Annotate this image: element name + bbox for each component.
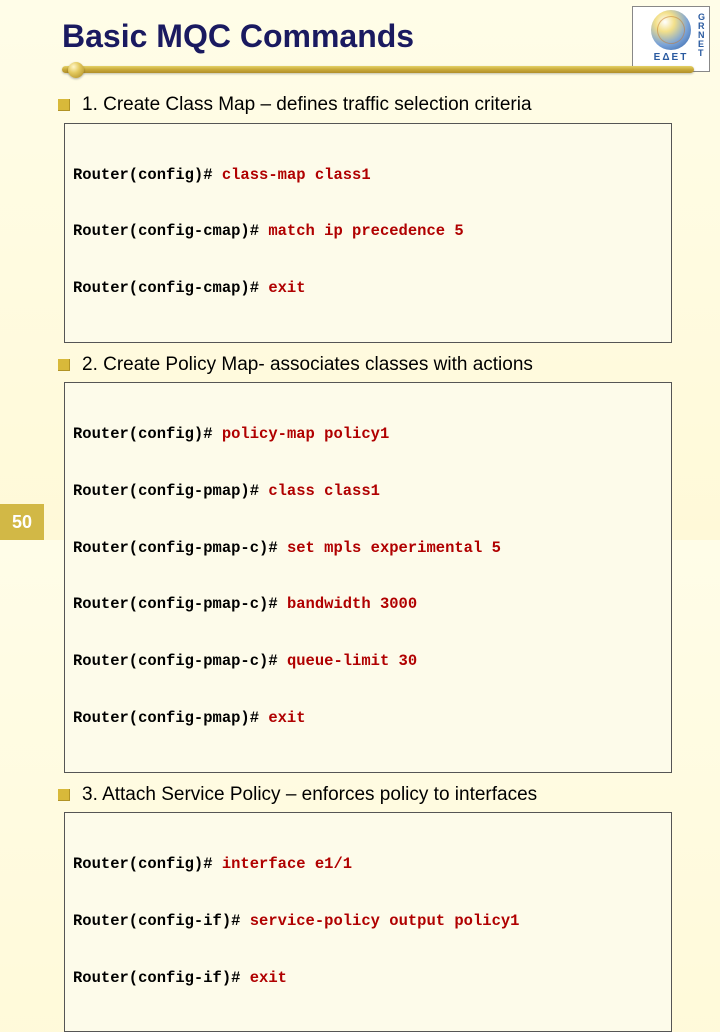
code-line: Router(config-pmap-c)# queue-limit 30 bbox=[73, 652, 663, 671]
code-command: interface e1/1 bbox=[213, 855, 353, 873]
bullet-text: 1. Create Class Map – defines traffic se… bbox=[82, 93, 532, 117]
code-prompt: Router(config)# bbox=[73, 425, 213, 443]
code-line: Router(config-if)# service-policy output… bbox=[73, 912, 663, 931]
code-prompt: Router(config-pmap-c)# bbox=[73, 595, 278, 613]
code-block: Router(config)# policy-map policy1 Route… bbox=[64, 382, 672, 772]
bullet-item: 2. Create Policy Map- associates classes… bbox=[58, 353, 678, 377]
code-block: Router(config)# interface e1/1 Router(co… bbox=[64, 812, 672, 1032]
code-prompt: Router(config-pmap-c)# bbox=[73, 539, 278, 557]
slide-title: Basic MQC Commands bbox=[62, 18, 684, 55]
logo-acronym-vertical: G R N E T bbox=[698, 13, 705, 58]
bullet-icon bbox=[58, 789, 70, 801]
code-command: class-map class1 bbox=[213, 166, 371, 184]
code-command: policy-map policy1 bbox=[213, 425, 390, 443]
code-line: Router(config-pmap)# class class1 bbox=[73, 482, 663, 501]
code-prompt: Router(config-cmap)# bbox=[73, 222, 259, 240]
code-prompt: Router(config)# bbox=[73, 855, 213, 873]
code-line: Router(config)# policy-map policy1 bbox=[73, 425, 663, 444]
bullet-icon bbox=[58, 359, 70, 371]
code-line: Router(config-if)# exit bbox=[73, 969, 663, 988]
code-prompt: Router(config-if)# bbox=[73, 969, 240, 987]
code-line: Router(config-pmap)# exit bbox=[73, 709, 663, 728]
code-line: Router(config-pmap-c)# bandwidth 3000 bbox=[73, 595, 663, 614]
code-line: Router(config-cmap)# exit bbox=[73, 279, 663, 298]
code-command: service-policy output policy1 bbox=[240, 912, 519, 930]
code-line: Router(config-cmap)# match ip precedence… bbox=[73, 222, 663, 241]
code-prompt: Router(config-if)# bbox=[73, 912, 240, 930]
bullet-text: 2. Create Policy Map- associates classes… bbox=[82, 353, 533, 377]
code-prompt: Router(config-pmap)# bbox=[73, 482, 259, 500]
code-line: Router(config)# interface e1/1 bbox=[73, 855, 663, 874]
code-prompt: Router(config-pmap)# bbox=[73, 709, 259, 727]
globe-icon bbox=[651, 10, 691, 50]
bullet-text: 3. Attach Service Policy – enforces poli… bbox=[82, 783, 537, 807]
code-command: exit bbox=[240, 969, 287, 987]
page-number: 50 bbox=[0, 504, 44, 540]
slide-content: 1. Create Class Map – defines traffic se… bbox=[36, 93, 684, 1032]
code-prompt: Router(config-pmap-c)# bbox=[73, 652, 278, 670]
code-command: bandwidth 3000 bbox=[278, 595, 418, 613]
bullet-item: 3. Attach Service Policy – enforces poli… bbox=[58, 783, 678, 807]
code-prompt: Router(config)# bbox=[73, 166, 213, 184]
code-block: Router(config)# class-map class1 Router(… bbox=[64, 123, 672, 343]
code-command: exit bbox=[259, 709, 306, 727]
bullet-icon bbox=[58, 99, 70, 111]
slide: G R N E T ΕΔΕΤ Basic MQC Commands 1. Cre… bbox=[0, 0, 720, 540]
code-line: Router(config-pmap-c)# set mpls experime… bbox=[73, 539, 663, 558]
title-underline bbox=[62, 63, 694, 79]
bullet-item: 1. Create Class Map – defines traffic se… bbox=[58, 93, 678, 117]
logo-acronym-bottom: ΕΔΕΤ bbox=[654, 52, 689, 63]
code-line: Router(config)# class-map class1 bbox=[73, 166, 663, 185]
code-command: set mpls experimental 5 bbox=[278, 539, 501, 557]
code-command: queue-limit 30 bbox=[278, 652, 418, 670]
code-command: exit bbox=[259, 279, 306, 297]
code-command: class class1 bbox=[259, 482, 380, 500]
code-prompt: Router(config-cmap)# bbox=[73, 279, 259, 297]
code-command: match ip precedence 5 bbox=[259, 222, 464, 240]
